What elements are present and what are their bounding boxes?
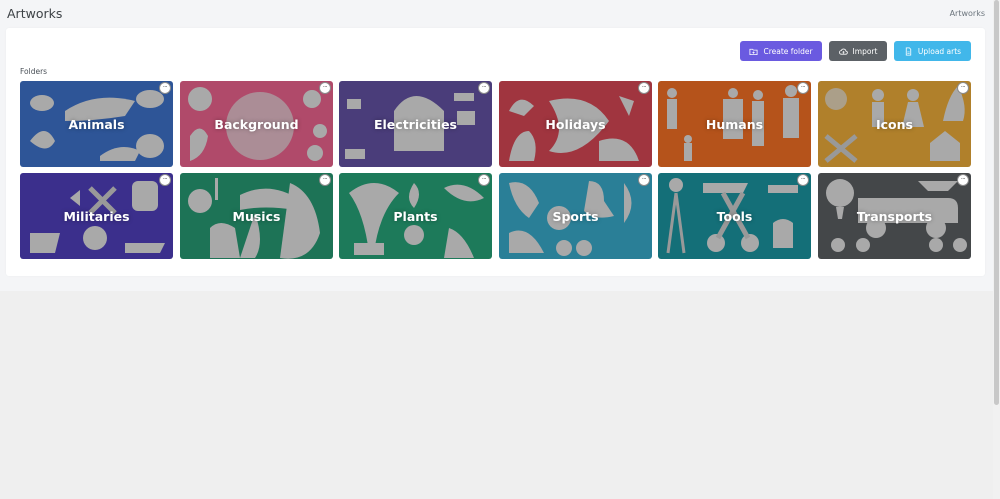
folder-menu-icon[interactable]: ···: [319, 82, 331, 94]
folder-plus-icon: [749, 48, 758, 55]
folder-tile-electricities[interactable]: Electricities ···: [339, 81, 492, 167]
folder-menu-icon[interactable]: ···: [638, 82, 650, 94]
folder-name: Militaries: [63, 208, 130, 224]
file-icon: [905, 46, 912, 56]
create-folder-button[interactable]: Create folder: [740, 41, 822, 61]
scrollbar-thumb[interactable]: [994, 0, 999, 405]
folder-menu-icon[interactable]: ···: [478, 82, 490, 94]
folder-menu-icon[interactable]: ···: [638, 174, 650, 186]
folder-name: Humans: [705, 116, 764, 132]
cloud-upload-icon: [838, 48, 848, 55]
toolbar: Create folder Import Upload arts: [740, 41, 971, 61]
folders-card: Create folder Import Upload arts Folders…: [6, 28, 985, 276]
folder-name: Background: [214, 116, 299, 132]
folder-tile-sports[interactable]: Sports ···: [499, 173, 652, 259]
import-button[interactable]: Import: [829, 41, 887, 61]
folder-tile-militaries[interactable]: Militaries ···: [20, 173, 173, 259]
create-folder-label: Create folder: [763, 46, 813, 56]
folder-menu-icon[interactable]: ···: [957, 82, 969, 94]
folder-tile-holidays[interactable]: Holidays ···: [499, 81, 652, 167]
scrollbar[interactable]: [993, 0, 1000, 499]
folder-menu-icon[interactable]: ···: [159, 82, 171, 94]
folder-name: Icons: [876, 116, 913, 132]
folder-name: Animals: [68, 116, 125, 132]
folder-tile-background[interactable]: Background ···: [180, 81, 333, 167]
folder-name: Electricities: [373, 116, 457, 132]
folder-menu-icon[interactable]: ···: [797, 82, 809, 94]
import-label: Import: [852, 46, 878, 56]
folder-tile-tools[interactable]: Tools ···: [658, 173, 811, 259]
page-title: Artworks: [7, 6, 63, 21]
folder-name: Sports: [552, 208, 599, 224]
folder-tile-plants[interactable]: Plants ···: [339, 173, 492, 259]
folder-tile-transports[interactable]: Transports ···: [818, 173, 971, 259]
folder-name: Musics: [232, 208, 281, 224]
upload-arts-label: Upload arts: [917, 46, 962, 56]
folder-menu-icon[interactable]: ···: [319, 174, 331, 186]
folder-tile-icons[interactable]: Icons ···: [818, 81, 971, 167]
folder-tile-humans[interactable]: Humans ···: [658, 81, 811, 167]
folder-name: Transports: [856, 208, 933, 224]
empty-area: [0, 291, 993, 499]
folder-tile-animals[interactable]: Animals ···: [20, 81, 173, 167]
breadcrumb[interactable]: Artworks: [950, 9, 985, 18]
folder-name: Holidays: [545, 116, 606, 132]
folder-tile-musics[interactable]: Musics ···: [180, 173, 333, 259]
folders-heading: Folders: [20, 67, 48, 76]
folder-menu-icon[interactable]: ···: [797, 174, 809, 186]
folder-menu-icon[interactable]: ···: [957, 174, 969, 186]
folder-name: Tools: [716, 208, 753, 224]
upload-arts-button[interactable]: Upload arts: [894, 41, 971, 61]
folder-name: Plants: [393, 208, 438, 224]
folder-menu-icon[interactable]: ···: [478, 174, 490, 186]
folder-menu-icon[interactable]: ···: [159, 174, 171, 186]
